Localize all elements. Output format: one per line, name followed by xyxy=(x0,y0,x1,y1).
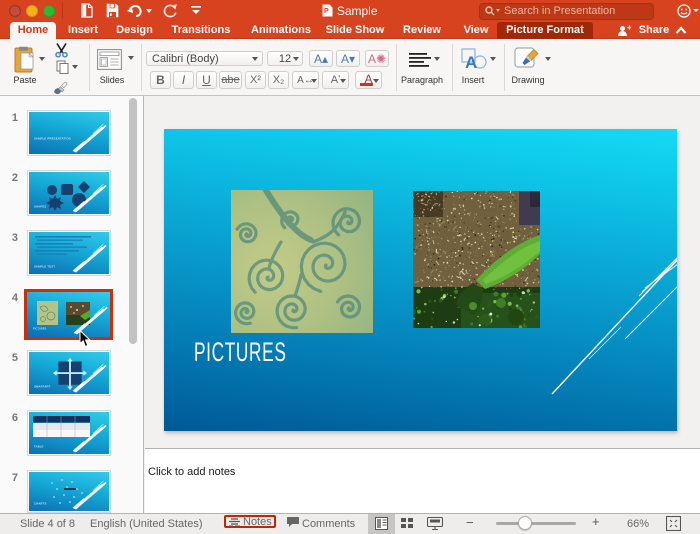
svg-text:A: A xyxy=(465,53,477,72)
svg-text:P: P xyxy=(324,8,329,15)
